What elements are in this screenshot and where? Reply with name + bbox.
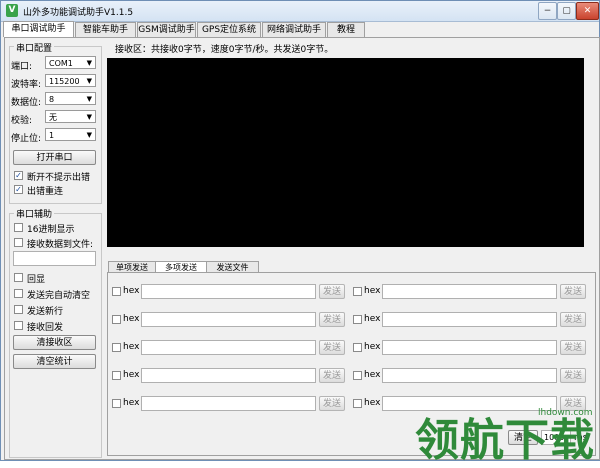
- no-error-prompt-label: 断开不提示出错: [27, 173, 91, 183]
- stopbits-label: 停止位:: [11, 134, 42, 144]
- hex-checkbox[interactable]: [112, 287, 121, 296]
- tab-smartcar[interactable]: 智能车助手: [75, 22, 136, 37]
- send-input[interactable]: [382, 284, 557, 299]
- hex-checkbox[interactable]: [112, 371, 121, 380]
- send-input[interactable]: [141, 396, 316, 411]
- port-value: COM1: [49, 59, 73, 68]
- send-input[interactable]: [382, 312, 557, 327]
- file-path-input[interactable]: [13, 251, 96, 266]
- receive-status: 接收区：共接收0字节，速度0字节/秒。共发送0字节。: [115, 45, 334, 55]
- databits-select[interactable]: 8 ▼: [45, 92, 96, 105]
- echo-label: 回显: [27, 275, 46, 285]
- auto-clear-checkbox[interactable]: [14, 289, 23, 298]
- receive-area[interactable]: [107, 58, 584, 247]
- open-port-button[interactable]: 打开串口: [13, 150, 96, 165]
- chevron-down-icon: ▼: [86, 131, 92, 139]
- hex-label: hex: [123, 342, 140, 352]
- hex-label: hex: [364, 314, 381, 324]
- send-input[interactable]: [382, 340, 557, 355]
- send-button[interactable]: 发送: [319, 340, 345, 355]
- baud-label: 波特率:: [11, 80, 42, 90]
- restore-button[interactable]: ▢: [557, 2, 576, 20]
- chevron-down-icon: ▼: [86, 113, 92, 121]
- tab-gps[interactable]: GPS定位系统: [197, 22, 261, 37]
- send-button[interactable]: 发送: [560, 312, 586, 327]
- send-button[interactable]: 发送: [319, 396, 345, 411]
- send-input[interactable]: [141, 284, 316, 299]
- send-input[interactable]: [141, 312, 316, 327]
- hex-label: hex: [364, 286, 381, 296]
- tab-serial[interactable]: 串口调试助手: [3, 21, 74, 37]
- tab-gsm[interactable]: GSM调试助手: [137, 22, 196, 37]
- databits-value: 8: [49, 95, 55, 104]
- receive-echo-checkbox[interactable]: [14, 321, 23, 330]
- save-to-file-checkbox[interactable]: [14, 238, 23, 247]
- port-label: 端口:: [11, 62, 33, 72]
- parity-label: 校验:: [11, 116, 33, 126]
- parity-value: 无: [49, 113, 57, 122]
- auto-clear-label: 发送完自动清空: [27, 291, 91, 301]
- clear-stats-button[interactable]: 清空统计: [13, 354, 96, 369]
- clear-receive-button[interactable]: 清接收区: [13, 335, 96, 350]
- reconnect-label: 出错重连: [27, 187, 64, 197]
- reconnect-checkbox[interactable]: ✓: [14, 185, 23, 194]
- title-bar: V 山外多功能调试助手V1.1.5 − ▢ ✕: [1, 1, 599, 22]
- hex-label: hex: [364, 370, 381, 380]
- databits-label: 数据位:: [11, 98, 42, 108]
- hex-label: hex: [123, 370, 140, 380]
- hex-label: hex: [364, 398, 381, 408]
- send-input[interactable]: [141, 340, 316, 355]
- save-to-file-label: 接收数据到文件:: [27, 240, 94, 250]
- send-button[interactable]: 发送: [560, 284, 586, 299]
- serial-page: 串口配置 端口: COM1 ▼ 波特率: 115200 ▼ 数据位: 8 ▼ 校验: …: [4, 37, 600, 466]
- echo-checkbox[interactable]: [14, 273, 23, 282]
- hex-checkbox[interactable]: [353, 287, 362, 296]
- port-select[interactable]: COM1 ▼: [45, 56, 96, 69]
- close-button[interactable]: ✕: [576, 2, 599, 20]
- baud-select[interactable]: 115200 ▼: [45, 74, 96, 87]
- hex-display-checkbox[interactable]: [14, 223, 23, 232]
- no-error-prompt-checkbox[interactable]: ✓: [14, 171, 23, 180]
- watermark-logo: 领航下载: [415, 415, 595, 466]
- hex-label: hex: [123, 314, 140, 324]
- minimize-button[interactable]: −: [538, 2, 557, 20]
- serial-aux-title: 串口辅助: [14, 207, 55, 220]
- chevron-down-icon: ▼: [86, 95, 92, 103]
- hex-checkbox[interactable]: [353, 343, 362, 352]
- baud-value: 115200: [49, 77, 80, 86]
- send-button[interactable]: 发送: [560, 368, 586, 383]
- parity-select[interactable]: 无 ▼: [45, 110, 96, 123]
- hex-checkbox[interactable]: [353, 371, 362, 380]
- hex-label: hex: [364, 342, 381, 352]
- stopbits-select[interactable]: 1 ▼: [45, 128, 96, 141]
- send-button[interactable]: 发送: [560, 340, 586, 355]
- app-icon: V: [6, 4, 18, 17]
- receive-echo-label: 接收回发: [27, 323, 64, 333]
- send-button[interactable]: 发送: [319, 284, 345, 299]
- send-button[interactable]: 发送: [319, 368, 345, 383]
- hex-checkbox[interactable]: [112, 399, 121, 408]
- hex-label: hex: [123, 398, 140, 408]
- send-input[interactable]: [382, 368, 557, 383]
- main-window: V 山外多功能调试助手V1.1.5 − ▢ ✕ 串口调试助手 智能车助手 GSM…: [0, 0, 600, 466]
- chevron-down-icon: ▼: [86, 59, 92, 67]
- hex-display-label: 16进制显示: [27, 225, 75, 235]
- hex-label: hex: [123, 286, 140, 296]
- hex-checkbox[interactable]: [353, 315, 362, 324]
- send-newline-checkbox[interactable]: [14, 305, 23, 314]
- tab-network[interactable]: 网络调试助手: [262, 22, 326, 37]
- serial-config-title: 串口配置: [14, 41, 55, 54]
- chevron-down-icon: ▼: [86, 77, 92, 85]
- hex-checkbox[interactable]: [353, 399, 362, 408]
- send-input[interactable]: [141, 368, 316, 383]
- send-newline-label: 发送新行: [27, 307, 64, 317]
- stopbits-value: 1: [49, 131, 55, 140]
- hex-checkbox[interactable]: [112, 315, 121, 324]
- tab-tutorial[interactable]: 教程: [327, 22, 365, 37]
- send-button[interactable]: 发送: [319, 312, 345, 327]
- hex-checkbox[interactable]: [112, 343, 121, 352]
- window-title: 山外多功能调试助手V1.1.5: [23, 8, 134, 18]
